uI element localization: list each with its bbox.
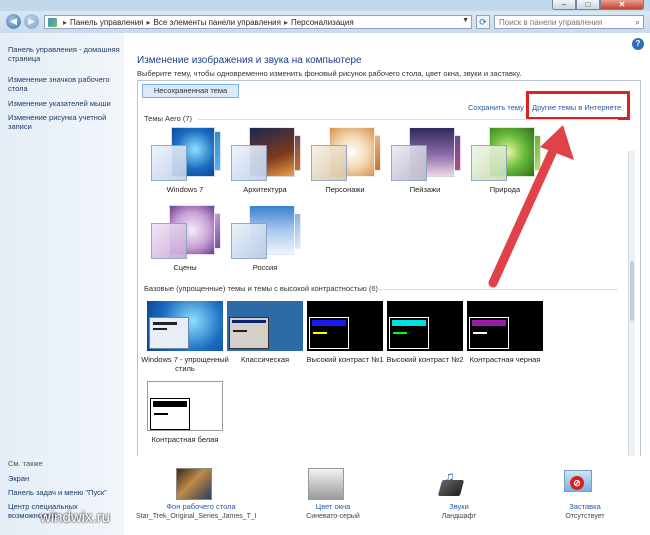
- search-icon[interactable]: ⌕: [635, 17, 640, 28]
- theme-tile-nature[interactable]: Природа: [467, 125, 543, 220]
- theme-preview-russia: [227, 203, 303, 261]
- sidebar-desktop-icons-link[interactable]: Изменение значков рабочего стола: [8, 75, 124, 93]
- theme-preview-contrast-white: [147, 381, 223, 431]
- aero-themes-label: Темы Aero (7): [144, 114, 193, 123]
- theme-preview-nature: [467, 125, 543, 183]
- theme-preview-classic: [227, 301, 303, 351]
- desktop-background-label[interactable]: Фон рабочего стола: [146, 502, 256, 511]
- window-color-value: Синевато-серый: [306, 513, 360, 520]
- window-title-bar: – □ ✕: [0, 0, 650, 11]
- page-title: Изменение изображения и звука на компьют…: [137, 55, 362, 66]
- basic-themes-label: Базовые (упрощенные) темы и темы с высок…: [144, 284, 379, 293]
- screensaver-label[interactable]: Заставка: [530, 502, 640, 511]
- theme-label: Контрастная черная: [469, 355, 541, 364]
- theme-label: Высокий контраст №2: [386, 355, 464, 364]
- breadcrumb-all-items[interactable]: Все элементы панели управления: [154, 18, 281, 27]
- theme-label: Windows 7 - упрощенный стиль: [141, 355, 229, 373]
- desktop-background-value: Star_Trek_Original_Series_James_T_Ki...: [136, 513, 256, 520]
- theme-settings-bar: Фон рабочего стола Star_Trek_Original_Se…: [124, 456, 650, 535]
- theme-tile-characters[interactable]: Персонажи: [307, 125, 383, 220]
- back-button[interactable]: ◀: [6, 14, 21, 29]
- address-bar[interactable]: ▸ Панель управления ▸ Все элементы панел…: [44, 15, 472, 29]
- minimize-button[interactable]: –: [552, 0, 576, 10]
- theme-preview-windows7-basic: [147, 301, 223, 351]
- address-dropdown-icon[interactable]: ▼: [462, 17, 469, 24]
- sounds-icon: ♫: [436, 468, 466, 498]
- page-subtitle: Выберите тему, чтобы одновременно измени…: [137, 69, 522, 78]
- sidebar-home-link[interactable]: Панель управления - домашняя страница: [8, 45, 124, 63]
- navigation-bar: ◀ ▶ ▸ Панель управления ▸ Все элементы п…: [0, 11, 650, 33]
- theme-preview-contrast-black: [467, 301, 543, 351]
- scrollbar-thumb[interactable]: [630, 261, 634, 321]
- sidebar-mouse-pointers-link[interactable]: Изменение указателей мыши: [8, 99, 124, 108]
- breadcrumb-sep-icon: ▸: [283, 17, 288, 27]
- sidebar-account-picture-link[interactable]: Изменение рисунка учетной записи: [8, 113, 124, 131]
- breadcrumb-sep-icon: ▸: [146, 17, 151, 27]
- maximize-button[interactable]: □: [576, 0, 600, 10]
- theme-preview-high-contrast-1: [307, 301, 383, 351]
- theme-label: Природа: [489, 185, 521, 194]
- theme-list: Несохраненная тема Сохранить тему Другие…: [137, 80, 641, 489]
- theme-preview-architecture: [227, 125, 303, 183]
- save-theme-link[interactable]: Сохранить тему: [468, 103, 524, 112]
- sidebar-display-link[interactable]: Экран: [8, 474, 124, 483]
- theme-preview-high-contrast-2: [387, 301, 463, 351]
- window-color-icon: [308, 468, 344, 500]
- theme-label: Архитектура: [243, 185, 287, 194]
- theme-tile-landscapes[interactable]: Пейзажи: [387, 125, 463, 220]
- theme-label: Высокий контраст №1: [306, 355, 384, 364]
- theme-preview-scenes: [147, 203, 223, 261]
- theme-tile-contrast-black[interactable]: Контрастная черная: [467, 301, 543, 396]
- theme-label: Windows 7: [166, 185, 204, 194]
- wallpaper-thumbnail-icon: [176, 468, 212, 500]
- close-button[interactable]: ✕: [600, 0, 644, 10]
- theme-label: Классическая: [240, 355, 290, 364]
- theme-preview-windows7: [147, 125, 223, 183]
- watermark-text: windwix.ru: [40, 509, 111, 526]
- theme-label: Персонажи: [325, 185, 365, 194]
- unsaved-theme-button[interactable]: Несохраненная тема: [142, 84, 239, 98]
- highlight-box: [526, 91, 630, 120]
- sounds-value: Ландшафт: [441, 513, 477, 520]
- section-divider: [370, 289, 618, 290]
- theme-preview-characters: [307, 125, 383, 183]
- screensaver-icon: ⊘: [562, 468, 592, 498]
- theme-label: Контрастная белая: [151, 435, 219, 444]
- breadcrumb-personalization[interactable]: Персонализация: [291, 18, 354, 27]
- sidebar-taskbar-link[interactable]: Панель задач и меню "Пуск": [8, 488, 124, 497]
- sounds-label[interactable]: Звуки: [404, 502, 514, 511]
- breadcrumb-sep-icon: ▸: [63, 17, 68, 27]
- theme-label: Россия: [252, 263, 278, 272]
- theme-tile-high-contrast-1[interactable]: Высокий контраст №1: [306, 301, 384, 396]
- control-panel-icon: [48, 17, 57, 27]
- breadcrumb-control-panel[interactable]: Панель управления: [70, 18, 144, 27]
- theme-preview-landscapes: [387, 125, 463, 183]
- search-input[interactable]: [495, 16, 629, 28]
- refresh-button[interactable]: ⟳: [476, 15, 490, 29]
- section-divider: [198, 119, 618, 120]
- theme-tile-high-contrast-2[interactable]: Высокий контраст №2: [386, 301, 464, 396]
- sidebar: Панель управления - домашняя страница Из…: [0, 33, 124, 535]
- forward-button[interactable]: ▶: [24, 14, 39, 29]
- theme-list-scrollbar[interactable]: [628, 151, 635, 488]
- theme-label: Пейзажи: [409, 185, 441, 194]
- screensaver-value: Отсутствует: [565, 513, 605, 520]
- theme-label: Сцены: [173, 263, 197, 272]
- theme-tile-classic[interactable]: Классическая: [227, 301, 303, 396]
- window-color-label[interactable]: Цвет окна: [278, 502, 388, 511]
- window-controls: – □ ✕: [552, 0, 644, 10]
- see-also-label: См. также: [8, 459, 43, 468]
- help-icon[interactable]: ?: [632, 38, 644, 50]
- search-box: ⌕: [494, 15, 644, 29]
